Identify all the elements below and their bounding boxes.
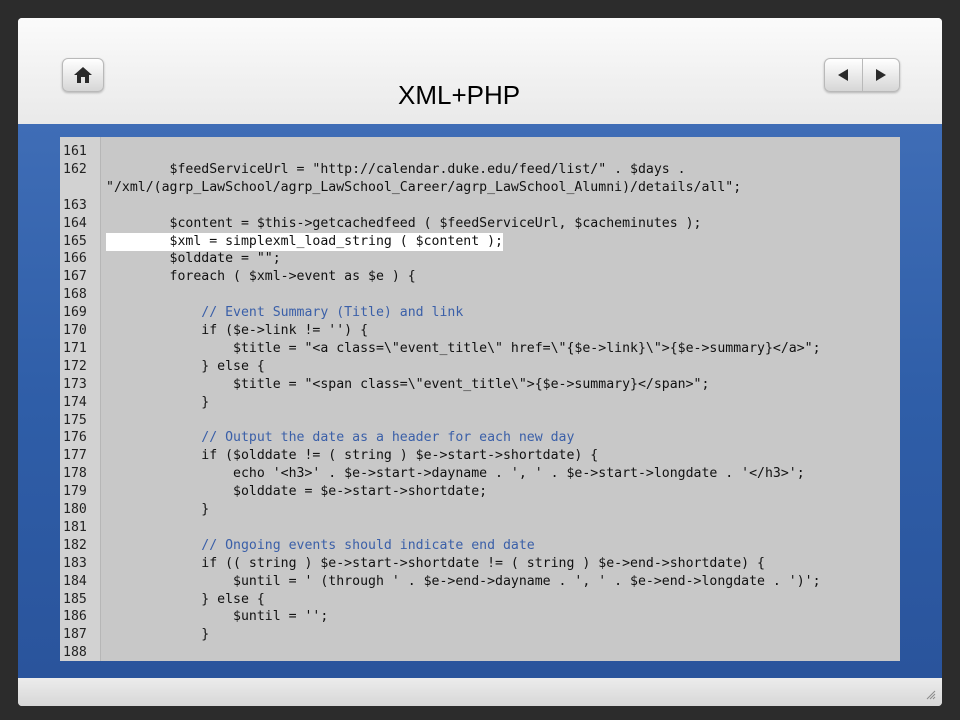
code-line: 184 $until = ' (through ' . $e->end->day…	[60, 573, 900, 591]
line-number: 180	[63, 502, 87, 517]
line-number: 183	[63, 555, 87, 571]
line-number: 161	[63, 144, 87, 159]
line-number: 165	[63, 233, 87, 249]
code-text: $until = ' (through ' . $e->end->dayname…	[106, 573, 821, 589]
line-number: 186	[63, 609, 87, 625]
code-text: } else {	[106, 358, 265, 374]
line-number: 181	[63, 519, 87, 535]
code-line: 185 } else {	[60, 591, 900, 609]
code-line: 174 }	[60, 394, 900, 412]
code-text: if ($e->link != '') {	[106, 323, 369, 338]
code-line: 176 // Output the date as a header for e…	[60, 429, 900, 447]
triangle-right-icon	[875, 69, 886, 81]
code-line: 179 $olddate = $e->start->shortdate;	[60, 483, 900, 501]
code-line: 178 echo '<h3>' . $e->start->dayname . '…	[60, 465, 900, 483]
line-number: 169	[63, 305, 87, 321]
line-number: 164	[63, 215, 87, 231]
line-number: 177	[63, 448, 87, 464]
line-number: 166	[63, 251, 87, 267]
line-number: 173	[63, 376, 87, 392]
line-number: 182	[63, 537, 87, 553]
code-text: echo '<h3>' . $e->start->dayname . ', ' …	[106, 466, 805, 482]
code-line: 165 $xml = simplexml_load_string ( $cont…	[60, 232, 900, 251]
code-text: }	[106, 502, 210, 517]
slide-window: XML+PHP 161 162 $feedServiceUrl = "http:/…	[18, 18, 942, 706]
code-line: 177 if ($olddate != ( string ) $e->start…	[60, 447, 900, 465]
line-number: 175	[63, 412, 87, 428]
code-text: }	[106, 627, 210, 643]
code-text: // Ongoing events should indicate end da…	[106, 537, 535, 553]
line-number: 184	[63, 573, 87, 589]
code-line: "/xml/(agrp_LawSchool/agrp_LawSchool_Car…	[60, 179, 900, 197]
code-line: 169 // Event Summary (Title) and link	[60, 304, 900, 322]
code-text: $olddate = "";	[106, 251, 281, 267]
code-text: $feedServiceUrl = "http://calendar.duke.…	[106, 161, 686, 177]
line-number: 170	[63, 323, 87, 338]
code-text: foreach ( $xml->event as $e ) {	[106, 269, 416, 285]
line-number: 174	[63, 394, 87, 410]
line-number: 188	[63, 645, 87, 661]
code-text: $olddate = $e->start->shortdate;	[106, 484, 488, 500]
code-line: 175	[60, 412, 900, 430]
code-line: 183 if (( string ) $e->start->shortdate …	[60, 555, 900, 573]
code-listing: 161 162 $feedServiceUrl = "http://calenda…	[60, 137, 900, 661]
code-line: 172 } else {	[60, 358, 900, 376]
top-toolbar: XML+PHP	[18, 18, 942, 124]
code-line: 170 if ($e->link != '') {	[60, 322, 900, 340]
line-number: 187	[63, 627, 87, 643]
code-text: "/xml/(agrp_LawSchool/agrp_LawSchool_Car…	[106, 179, 742, 195]
code-line: 167 foreach ( $xml->event as $e ) {	[60, 268, 900, 286]
code-text: }	[106, 394, 210, 410]
line-number: 178	[63, 466, 87, 482]
line-number: 167	[63, 269, 87, 285]
code-text: // Output the date as a header for each …	[106, 430, 575, 446]
line-number: 163	[63, 197, 87, 213]
code-line: 180 }	[60, 501, 900, 519]
code-line: 187 }	[60, 626, 900, 644]
code-line: 186 $until = '';	[60, 608, 900, 626]
code-line: 163	[60, 197, 900, 215]
line-number: 172	[63, 358, 87, 374]
prev-button[interactable]	[825, 59, 862, 91]
code-line: 188	[60, 644, 900, 661]
highlighted-code-text: $xml = simplexml_load_string ( $content …	[106, 232, 503, 251]
code-text: if ($olddate != ( string ) $e->start->sh…	[106, 448, 599, 464]
code-line: 173 $title = "<span class=\"event_title\…	[60, 376, 900, 394]
code-line: 181	[60, 519, 900, 537]
code-line: 171 $title = "<a class=\"event_title\" h…	[60, 340, 900, 358]
code-text: $until = '';	[106, 609, 329, 625]
line-number: 171	[63, 340, 87, 356]
code-line: 162 $feedServiceUrl = "http://calendar.d…	[60, 161, 900, 179]
line-number: 162	[63, 161, 87, 177]
home-button[interactable]	[62, 58, 104, 92]
code-text: if (( string ) $e->start->shortdate != (…	[106, 555, 765, 571]
bottom-bar	[18, 678, 942, 706]
code-line: 168	[60, 286, 900, 304]
code-line: 164 $content = $this->getcachedfeed ( $f…	[60, 215, 900, 233]
line-number: 176	[63, 430, 87, 446]
code-text: // Event Summary (Title) and link	[106, 305, 464, 321]
code-text: $title = "<a class=\"event_title\" href=…	[106, 340, 821, 356]
code-line: 161	[60, 143, 900, 161]
line-number: 179	[63, 484, 87, 500]
code-line: 182 // Ongoing events should indicate en…	[60, 537, 900, 555]
resize-grip-icon[interactable]	[924, 688, 936, 700]
prev-next-group	[824, 58, 900, 92]
code-text: $title = "<span class=\"event_title\">{$…	[106, 376, 710, 392]
code-text: $content = $this->getcachedfeed ( $feedS…	[106, 215, 702, 231]
code-line: 166 $olddate = "";	[60, 250, 900, 268]
home-icon	[74, 67, 92, 83]
line-number: 185	[63, 591, 87, 607]
slide-content: 161 162 $feedServiceUrl = "http://calenda…	[18, 124, 942, 678]
code-text: } else {	[106, 591, 265, 607]
next-button[interactable]	[862, 59, 899, 91]
line-number: 168	[63, 287, 87, 303]
slide-title: XML+PHP	[398, 80, 521, 110]
triangle-left-icon	[838, 69, 849, 81]
